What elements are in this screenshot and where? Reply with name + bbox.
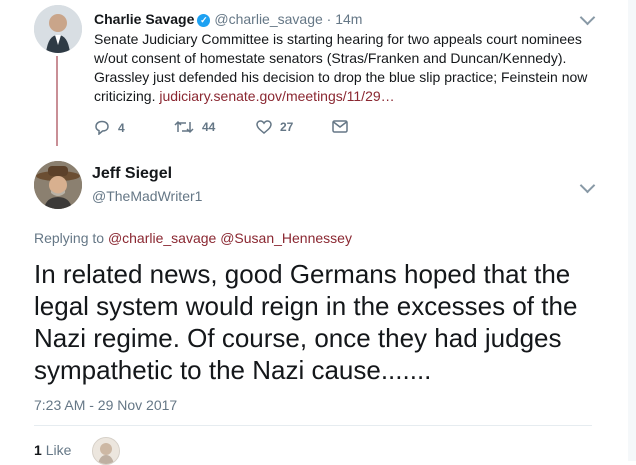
page-edge [628, 0, 636, 461]
reply-count: 4 [118, 120, 125, 135]
retweet-count: 44 [202, 120, 216, 134]
parent-text-line: w/out consent of homestate senators (Str… [94, 50, 567, 66]
parent-text-line: Senate Judiciary Committee is starting h… [94, 31, 582, 47]
avatar-charlie-savage[interactable] [34, 5, 82, 53]
parent-text-line: criticizing. [94, 88, 156, 104]
like-action[interactable]: 27 [256, 120, 293, 134]
stats-divider [34, 425, 592, 426]
verified-badge-icon: ✓ [197, 14, 211, 27]
avatar-jeff-siegel[interactable] [34, 161, 82, 209]
thread-connector-line [56, 56, 58, 146]
replying-to-prefix: Replying to [34, 230, 105, 246]
parent-tweet-actions: 4 44 27 [94, 120, 394, 140]
retweet-icon [174, 120, 194, 134]
reply-action[interactable]: 4 [94, 120, 125, 135]
reply-timestamp[interactable]: 7:23 AM - 29 Nov 2017 [34, 397, 177, 413]
reply-tweet-text: In related news, good Germans hoped that… [34, 259, 578, 385]
parent-tweet-text: Senate Judiciary Committee is starting h… [94, 30, 594, 106]
dm-action[interactable] [332, 120, 356, 133]
like-count: 27 [280, 120, 294, 134]
chevron-down-icon[interactable] [579, 177, 596, 194]
like-stat-label: Like [45, 442, 72, 458]
parent-text-line: Grassley just defended his decision to d… [94, 69, 588, 85]
parent-tweet-link[interactable]: judiciary.senate.gov/meetings/11/29… [159, 88, 394, 104]
chevron-down-icon[interactable] [579, 9, 596, 26]
like-stats[interactable]: 1 Like [34, 442, 71, 458]
reply-icon [95, 120, 109, 135]
mention-link[interactable]: @Susan_Hennessey [220, 230, 352, 246]
parent-author-name[interactable]: Charlie Savage [94, 11, 194, 27]
parent-author-row: Charlie Savage ✓ @charlie_savage · 14m [94, 11, 362, 27]
replying-to-line: Replying to @charlie_savage @Susan_Henne… [34, 230, 352, 246]
reply-author-name[interactable]: Jeff Siegel [92, 165, 172, 183]
parent-handle-time[interactable]: @charlie_savage · 14m [214, 11, 362, 27]
like-stat-count: 1 [34, 442, 42, 458]
heart-icon [256, 120, 272, 134]
retweet-action[interactable]: 44 [174, 120, 215, 134]
mention-link[interactable]: @charlie_savage [108, 230, 216, 246]
reply-author-handle[interactable]: @TheMadWriter1 [92, 188, 202, 204]
dm-envelope-icon [332, 120, 348, 133]
